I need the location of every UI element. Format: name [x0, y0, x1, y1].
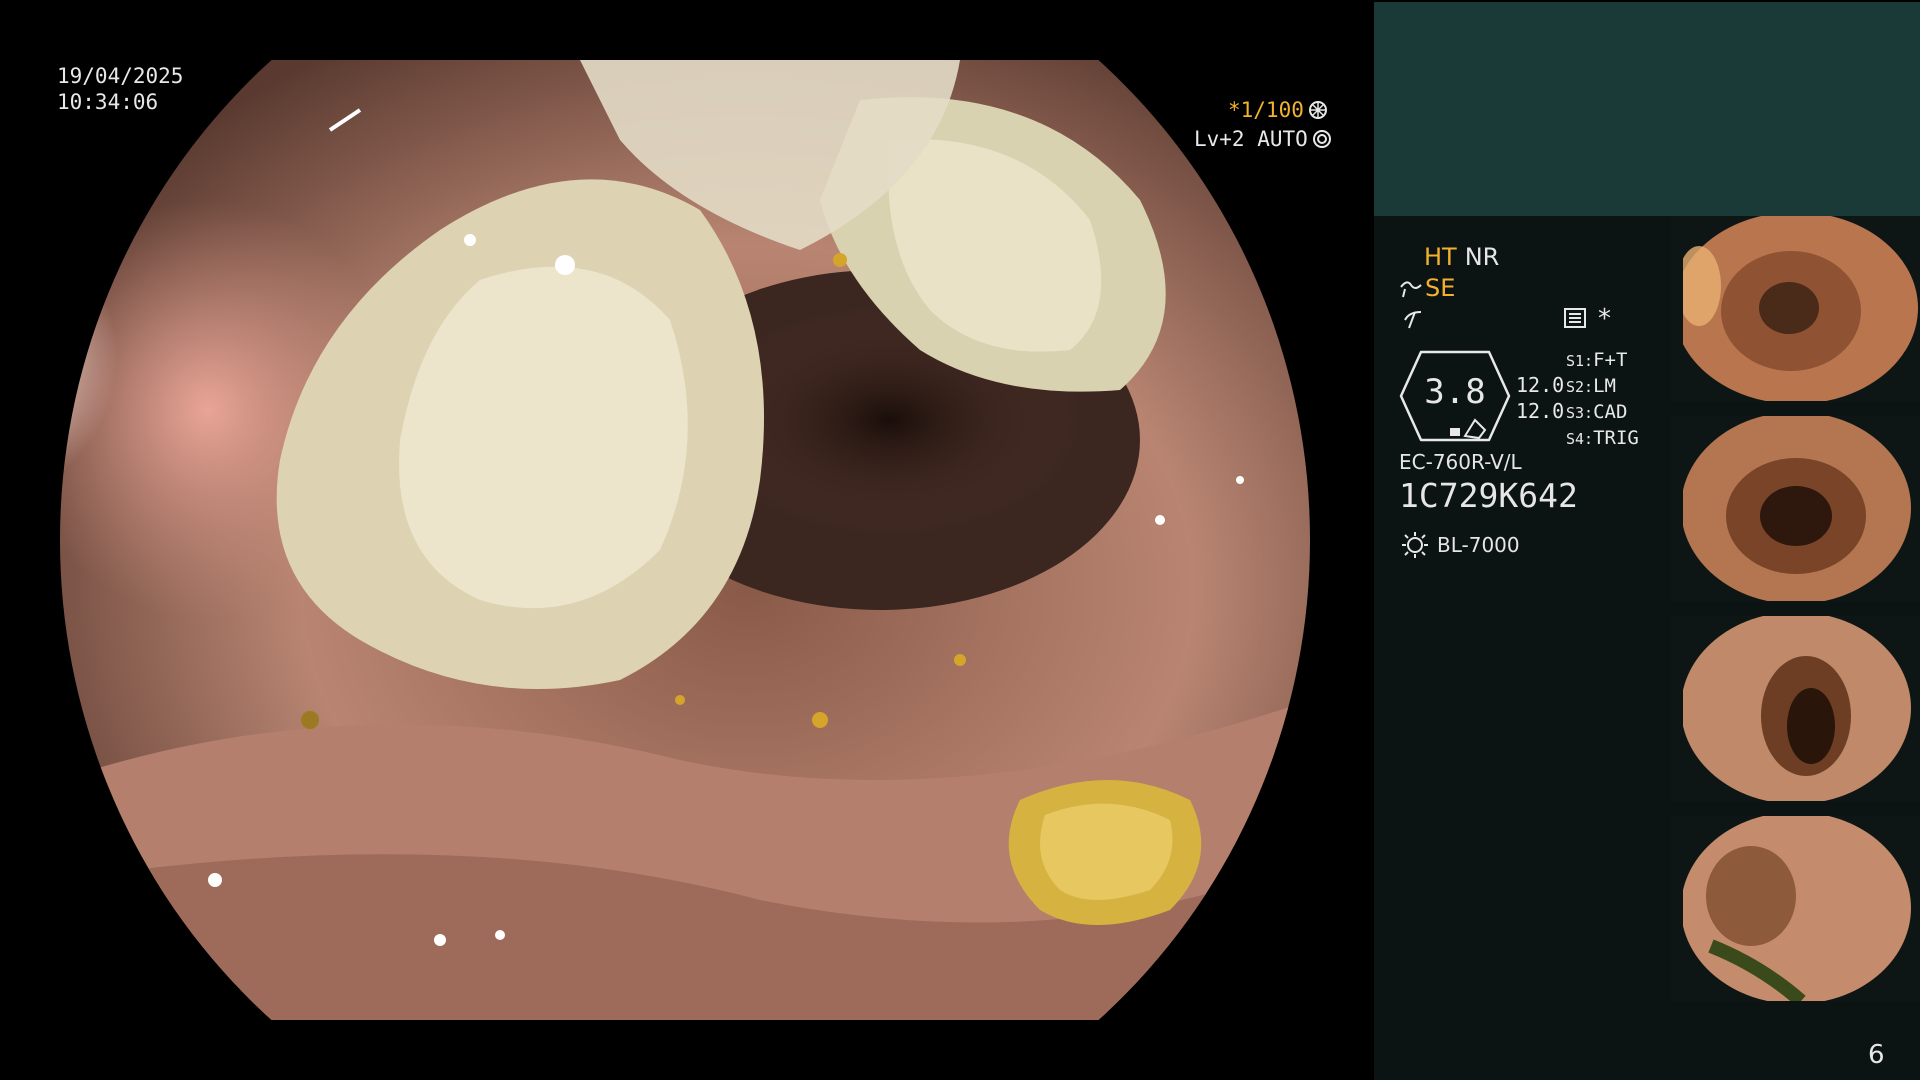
se-label: SE [1425, 274, 1456, 302]
switch-item: S4:TRIG [1566, 427, 1639, 449]
enhance-curve-icon [1400, 281, 1422, 298]
switch-list: S1:F+T S2:LM S3:CAD S4:TRIG [1566, 348, 1639, 452]
readouts: 12.0 12.0 [1516, 372, 1564, 424]
page-number: 6 [1868, 1040, 1885, 1070]
scope-serial: 1C729K642 [1399, 476, 1578, 515]
capture-thumbnail-3[interactable] [1671, 616, 1920, 801]
aperture-icon [1308, 101, 1327, 119]
thumbnail-image [1671, 416, 1911, 601]
mode-row-2: SE [1399, 274, 1455, 302]
capture-thumbnail-1[interactable] [1671, 216, 1920, 401]
level-text: Lv+2 AUTO [1194, 127, 1308, 151]
capture-thumbnail-2[interactable] [1671, 416, 1920, 601]
time-text: 10:34:06 [57, 90, 159, 114]
thumbnail-image [1671, 216, 1918, 401]
switch-item: S1:F+T [1566, 349, 1628, 371]
insufflation-gauge: 3.8 [1399, 350, 1511, 442]
date-text: 19/04/2025 [57, 64, 184, 88]
auto-iris-icon [1312, 130, 1331, 148]
structure-enhance-icon [1404, 311, 1422, 329]
pressure-value: 3.8 [1424, 372, 1486, 412]
settings-list-icon [1564, 308, 1586, 328]
zoom-overlay: *1/100 [1228, 98, 1328, 122]
asterisk-marker: * [1598, 304, 1611, 334]
zoom-text: *1/100 [1228, 98, 1304, 122]
light-source-text: BL-7000 [1437, 533, 1520, 557]
light-source-row: BL-7000 [1401, 531, 1520, 559]
endoscopy-main-view [60, 60, 1310, 1020]
info-header-panel [1374, 2, 1920, 216]
capture-thumbnail-4[interactable] [1671, 816, 1920, 1001]
datetime-overlay: 19/04/2025 10:34:06 [57, 63, 183, 115]
ht-label: HT [1424, 243, 1457, 271]
nr-label: NR [1464, 243, 1500, 271]
endoscopy-image [60, 60, 1310, 1020]
switch-item: S2:LM [1566, 375, 1616, 397]
mode-row-1: HT NR [1424, 243, 1499, 271]
scope-model: EC-760R-V/L [1399, 450, 1522, 474]
thumbnail-image [1671, 816, 1911, 1001]
light-source-icon [1402, 532, 1428, 558]
readout-1: 12.0 [1516, 373, 1565, 397]
level-overlay: Lv+2 AUTO [1194, 127, 1332, 151]
thumbnail-image [1671, 616, 1911, 801]
readout-2: 12.0 [1516, 399, 1565, 423]
switch-item: S3:CAD [1566, 401, 1628, 423]
